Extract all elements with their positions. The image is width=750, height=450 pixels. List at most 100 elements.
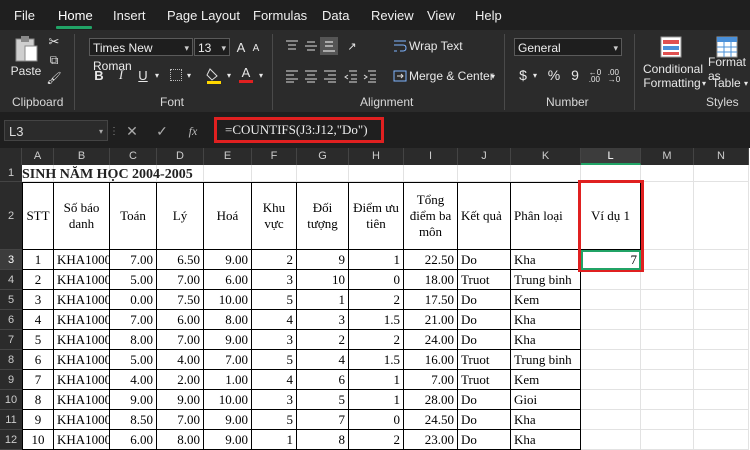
cell[interactable] bbox=[404, 165, 458, 182]
table-cell[interactable]: 28.00 bbox=[404, 390, 458, 410]
table-cell[interactable]: KHA1000 bbox=[54, 370, 110, 390]
underline-button[interactable]: U bbox=[136, 66, 150, 84]
formula-input[interactable]: =COUNTIFS(J3:J12,"Do") bbox=[214, 117, 384, 143]
tab-file[interactable]: File bbox=[14, 8, 35, 23]
cut-icon[interactable]: ✂ bbox=[46, 34, 62, 50]
conditional-formatting-icon[interactable] bbox=[660, 36, 682, 58]
table-cell[interactable]: 9 bbox=[22, 410, 54, 430]
tab-insert[interactable]: Insert bbox=[113, 8, 146, 23]
table-cell[interactable]: 10.00 bbox=[204, 290, 252, 310]
header-cell-khu-vuc[interactable]: Khu vực bbox=[252, 182, 297, 250]
table-cell[interactable]: 23.00 bbox=[404, 430, 458, 450]
table-cell[interactable]: 6 bbox=[22, 350, 54, 370]
formula-input-extension[interactable] bbox=[384, 121, 746, 141]
row-header-1[interactable]: 1 bbox=[0, 165, 22, 182]
table-cell[interactable]: 2 bbox=[349, 430, 404, 450]
table-cell[interactable]: 1.5 bbox=[349, 310, 404, 330]
cell[interactable] bbox=[581, 310, 641, 330]
insert-function-icon[interactable]: fx bbox=[184, 122, 202, 140]
table-cell[interactable]: KHA1000 bbox=[54, 310, 110, 330]
table-cell[interactable]: 0 bbox=[349, 270, 404, 290]
table-cell[interactable]: 1 bbox=[349, 370, 404, 390]
table-cell[interactable]: 7.00 bbox=[404, 370, 458, 390]
merge-center-button[interactable]: Merge & Center bbox=[409, 68, 494, 84]
format-as-table-button[interactable]: Format as bbox=[708, 55, 750, 83]
table-cell[interactable]: 4.00 bbox=[157, 350, 204, 370]
row-header-5[interactable]: 5 bbox=[0, 290, 22, 310]
cell[interactable] bbox=[694, 330, 749, 350]
format-painter-icon[interactable]: 🖌 bbox=[46, 70, 62, 86]
table-cell[interactable]: 0.00 bbox=[110, 290, 157, 310]
table-cell[interactable]: 4 bbox=[22, 310, 54, 330]
table-cell[interactable]: 10.00 bbox=[204, 390, 252, 410]
cell[interactable] bbox=[581, 330, 641, 350]
table-cell[interactable]: 6.00 bbox=[110, 430, 157, 450]
align-right-icon[interactable] bbox=[322, 68, 338, 84]
font-color-button[interactable]: A bbox=[238, 64, 254, 84]
chevron-down-icon[interactable]: ▾ bbox=[700, 78, 708, 88]
percent-button[interactable]: % bbox=[546, 66, 562, 84]
table-cell[interactable]: Trung binh bbox=[511, 270, 581, 290]
cell[interactable] bbox=[641, 310, 694, 330]
cell[interactable] bbox=[581, 430, 641, 450]
cell[interactable] bbox=[641, 410, 694, 430]
table-cell[interactable]: 9 bbox=[297, 250, 349, 270]
table-cell[interactable]: 6 bbox=[297, 370, 349, 390]
row-header-3[interactable]: 3 bbox=[0, 250, 22, 270]
chevron-down-icon[interactable]: ▾ bbox=[256, 68, 266, 82]
cell[interactable] bbox=[641, 430, 694, 450]
header-cell-phan-loai[interactable]: Phân loại bbox=[511, 182, 581, 250]
table-cell[interactable]: 21.00 bbox=[404, 310, 458, 330]
increase-decimal-icon[interactable]: ←0.00 bbox=[587, 68, 603, 84]
table-cell[interactable]: 5.00 bbox=[110, 350, 157, 370]
italic-button[interactable]: I bbox=[114, 66, 128, 84]
chevron-down-icon[interactable]: ▾ bbox=[742, 78, 750, 88]
table-cell[interactable]: 3 bbox=[252, 270, 297, 290]
table-cell[interactable]: 7.00 bbox=[110, 310, 157, 330]
table-cell[interactable]: 8.50 bbox=[110, 410, 157, 430]
table-cell[interactable]: 0 bbox=[349, 410, 404, 430]
header-cell-doi-tuong[interactable]: Đối tượng bbox=[297, 182, 349, 250]
header-cell-tong-diem[interactable]: Tổng điểm ba môn bbox=[404, 182, 458, 250]
header-cell-diem-uu-tien[interactable]: Điểm ưu tiên bbox=[349, 182, 404, 250]
cell[interactable] bbox=[694, 430, 749, 450]
table-cell[interactable]: KHA1000 bbox=[54, 390, 110, 410]
conditional-formatting-button[interactable]: Conditional bbox=[640, 62, 706, 76]
column-header-a[interactable]: A bbox=[22, 148, 54, 165]
align-center-icon[interactable] bbox=[303, 68, 319, 84]
table-cell[interactable]: 7.00 bbox=[110, 250, 157, 270]
row-header-9[interactable]: 9 bbox=[0, 370, 22, 390]
chevron-down-icon[interactable]: ▾ bbox=[152, 68, 162, 82]
table-cell[interactable]: 1.00 bbox=[204, 370, 252, 390]
cell[interactable] bbox=[694, 182, 749, 250]
table-cell[interactable]: 5 bbox=[297, 390, 349, 410]
tab-help[interactable]: Help bbox=[475, 8, 502, 23]
tab-data[interactable]: Data bbox=[322, 8, 349, 23]
row-header-8[interactable]: 8 bbox=[0, 350, 22, 370]
header-cell-ly[interactable]: Lý bbox=[157, 182, 204, 250]
cell[interactable] bbox=[641, 370, 694, 390]
table-cell[interactable]: 6.00 bbox=[204, 270, 252, 290]
table-cell[interactable]: 9.00 bbox=[204, 330, 252, 350]
table-cell[interactable]: 7.50 bbox=[157, 290, 204, 310]
cell[interactable] bbox=[641, 290, 694, 310]
table-cell[interactable]: 10 bbox=[297, 270, 349, 290]
grow-font-button[interactable]: A bbox=[234, 38, 248, 56]
select-all-corner[interactable] bbox=[0, 148, 22, 165]
table-cell[interactable]: 2 bbox=[349, 290, 404, 310]
column-header-g[interactable]: G bbox=[297, 148, 349, 165]
table-cell[interactable]: 7.00 bbox=[157, 330, 204, 350]
cell[interactable] bbox=[694, 370, 749, 390]
table-cell[interactable]: 2 bbox=[297, 330, 349, 350]
copy-icon[interactable]: ⧉ bbox=[46, 52, 62, 68]
table-cell[interactable]: 8.00 bbox=[157, 430, 204, 450]
table-cell[interactable]: 4 bbox=[252, 310, 297, 330]
table-cell[interactable]: 2 bbox=[349, 330, 404, 350]
cell[interactable] bbox=[694, 165, 749, 182]
decrease-decimal-icon[interactable]: .00 →0 bbox=[606, 68, 622, 84]
table-cell[interactable]: 16.00 bbox=[404, 350, 458, 370]
column-header-c[interactable]: C bbox=[110, 148, 157, 165]
row-header-7[interactable]: 7 bbox=[0, 330, 22, 350]
row-header-11[interactable]: 11 bbox=[0, 410, 22, 430]
fill-color-icon[interactable] bbox=[206, 66, 222, 84]
